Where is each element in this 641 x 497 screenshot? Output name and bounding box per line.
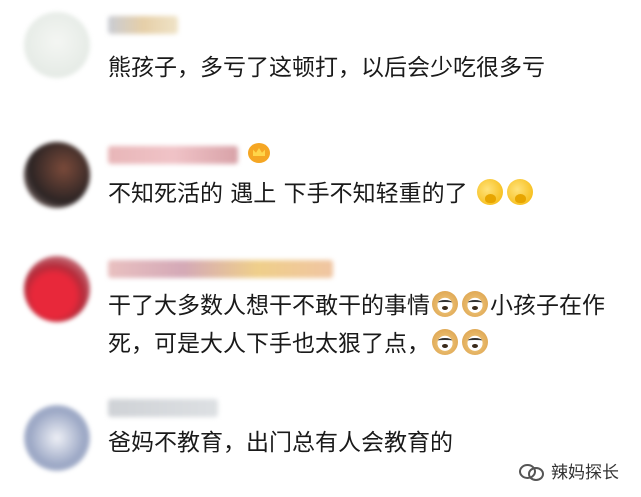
comment-item-3: 干了大多数人想干不敢干的事情 小孩子在作 死，可是大人下手也太狠了点， bbox=[0, 240, 641, 385]
doge-icon bbox=[432, 291, 458, 317]
watermark-label: 辣妈探长 bbox=[551, 463, 619, 483]
crown-icon bbox=[248, 143, 270, 163]
comment-text: 熊孩子，多亏了这顿打，以后会少吃很多亏 bbox=[108, 55, 545, 81]
comment-text-content: 干了大多数人想干不敢干的事情 bbox=[108, 293, 430, 319]
doge-icon bbox=[462, 329, 488, 355]
thinking-face-icon bbox=[506, 179, 533, 205]
comment-text-line-1: 干了大多数人想干不敢干的事情 小孩子在作 bbox=[108, 286, 605, 326]
doge-icon bbox=[462, 291, 488, 317]
username-blurred[interactable] bbox=[108, 260, 333, 278]
thinking-face-icon bbox=[476, 179, 503, 205]
comment-text-content: 小孩子在作 bbox=[490, 293, 605, 319]
comment-text-line-2: 死，可是大人下手也太狠了点， bbox=[108, 324, 490, 364]
comment-text: 不知死活的 遇上 下手不知轻重的了 bbox=[108, 174, 535, 214]
username-blurred[interactable] bbox=[108, 399, 218, 417]
username-blurred[interactable] bbox=[108, 16, 178, 34]
wechat-icon bbox=[519, 462, 545, 481]
comment-text-content: 不知死活的 遇上 下手不知轻重的了 bbox=[108, 181, 468, 207]
comment-item-2: 不知死活的 遇上 下手不知轻重的了 bbox=[0, 120, 641, 240]
watermark: 辣妈探长 bbox=[519, 458, 619, 483]
avatar[interactable] bbox=[24, 142, 90, 208]
username-blurred[interactable] bbox=[108, 146, 238, 164]
avatar[interactable] bbox=[24, 256, 90, 322]
comment-text: 爸妈不教育，出门总有人会教育的 bbox=[108, 430, 453, 456]
comment-item-1: 熊孩子，多亏了这顿打，以后会少吃很多亏 bbox=[0, 0, 641, 120]
comment-text-content: 死，可是大人下手也太狠了点， bbox=[108, 331, 430, 357]
avatar[interactable] bbox=[24, 12, 90, 78]
avatar[interactable] bbox=[24, 405, 90, 471]
doge-icon bbox=[432, 329, 458, 355]
